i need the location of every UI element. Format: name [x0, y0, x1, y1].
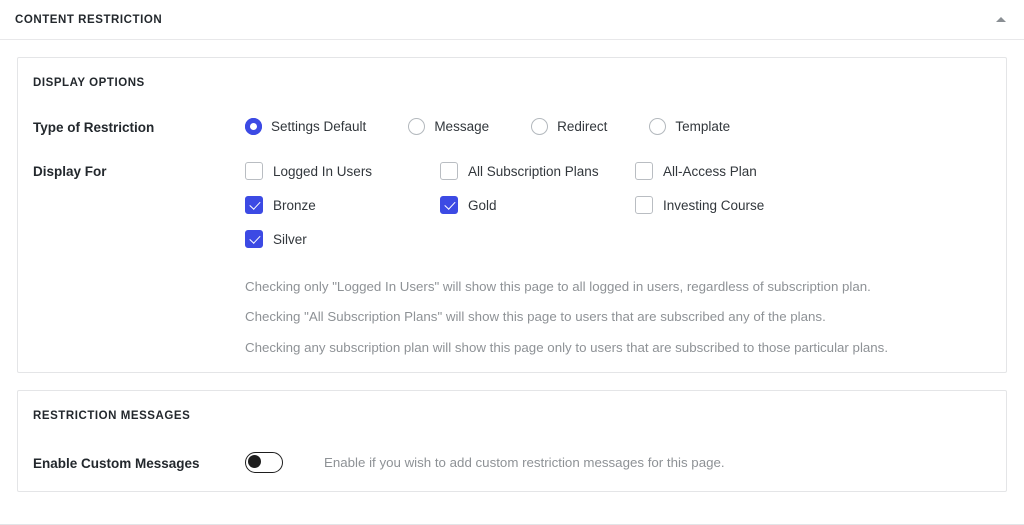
page-title: CONTENT RESTRICTION: [15, 13, 163, 26]
display-for-checkbox-grid: Logged In Users All Subscription Plans A…: [245, 162, 855, 248]
enable-custom-messages-help: Enable if you wish to add custom restric…: [324, 454, 725, 470]
checkbox-all-subscription-plans[interactable]: All Subscription Plans: [440, 162, 635, 180]
radio-label: Message: [434, 119, 490, 134]
checkbox-row: Logged In Users All Subscription Plans A…: [245, 162, 855, 180]
checkbox-label: All-Access Plan: [663, 163, 757, 179]
checkbox-unchecked-icon: [635, 162, 653, 180]
type-of-restriction-label: Type of Restriction: [33, 120, 155, 135]
radio-redirect[interactable]: Redirect: [531, 118, 607, 135]
radio-settings-default[interactable]: Settings Default: [245, 118, 366, 135]
checkbox-investing-course[interactable]: Investing Course: [635, 196, 830, 214]
display-for-label: Display For: [33, 164, 107, 179]
checkbox-unchecked-icon: [635, 196, 653, 214]
radio-unselected-icon: [408, 118, 426, 135]
radio-selected-icon: [245, 118, 262, 135]
checkbox-row: Bronze Gold Investing Course: [245, 196, 855, 214]
display-for-row: Display For Logged In Users All Subscrip…: [32, 162, 992, 354]
checkbox-label: Investing Course: [663, 197, 765, 213]
radio-template[interactable]: Template: [649, 118, 730, 135]
checkbox-checked-icon: [440, 196, 458, 214]
display-options-card: DISPLAY OPTIONS Type of Restriction Sett…: [17, 57, 1007, 373]
restriction-messages-card: RESTRICTION MESSAGES Enable Custom Messa…: [17, 389, 1007, 492]
caret-up-icon: [996, 16, 1006, 22]
checkbox-label: Logged In Users: [273, 163, 373, 179]
display-for-help-block: Checking only "Logged In Users" will sho…: [245, 280, 992, 354]
radio-label: Settings Default: [271, 119, 367, 134]
radio-label: Template: [675, 119, 731, 134]
content-restriction-panel: CONTENT RESTRICTION DISPLAY OPTIONS Type…: [0, 0, 1024, 525]
enable-custom-messages-row: Enable Custom Messages Enable if you wis…: [32, 451, 992, 473]
checkbox-label: Silver: [273, 231, 307, 247]
checkbox-bronze[interactable]: Bronze: [245, 196, 440, 214]
checkbox-logged-in-users[interactable]: Logged In Users: [245, 162, 440, 180]
enable-custom-messages-toggle[interactable]: [245, 451, 283, 473]
panel-header: CONTENT RESTRICTION: [0, 0, 1024, 40]
checkbox-label: Gold: [468, 197, 497, 213]
checkbox-silver[interactable]: Silver: [245, 230, 440, 248]
restriction-messages-section-label: RESTRICTION MESSAGES: [33, 409, 191, 422]
checkbox-gold[interactable]: Gold: [440, 196, 635, 214]
panel-collapse-button[interactable]: [987, 0, 1015, 38]
radio-unselected-icon: [649, 118, 667, 135]
checkbox-label: All Subscription Plans: [468, 163, 599, 179]
radio-label: Redirect: [557, 119, 608, 134]
checkbox-checked-icon: [245, 196, 263, 214]
enable-custom-messages-label: Enable Custom Messages: [33, 455, 200, 471]
help-line: Checking only "Logged In Users" will sho…: [245, 279, 871, 294]
type-of-restriction-radio-group: Settings Default Message Redirect Templa…: [245, 118, 992, 135]
checkbox-row: Silver: [245, 230, 855, 248]
panel-body: DISPLAY OPTIONS Type of Restriction Sett…: [0, 40, 1024, 492]
display-options-section-label: DISPLAY OPTIONS: [33, 77, 145, 89]
checkbox-checked-icon: [245, 230, 263, 248]
toggle-knob-icon: [248, 455, 262, 469]
radio-message[interactable]: Message: [408, 118, 489, 135]
checkbox-label: Bronze: [273, 197, 316, 213]
type-of-restriction-row: Type of Restriction Settings Default Mes…: [32, 118, 992, 135]
help-line: Checking any subscription plan will show…: [245, 339, 889, 355]
help-line: Checking "All Subscription Plans" will s…: [245, 309, 826, 325]
checkbox-unchecked-icon: [440, 162, 458, 180]
checkbox-unchecked-icon: [245, 162, 263, 180]
checkbox-all-access-plan[interactable]: All-Access Plan: [635, 162, 830, 180]
radio-unselected-icon: [531, 118, 549, 135]
